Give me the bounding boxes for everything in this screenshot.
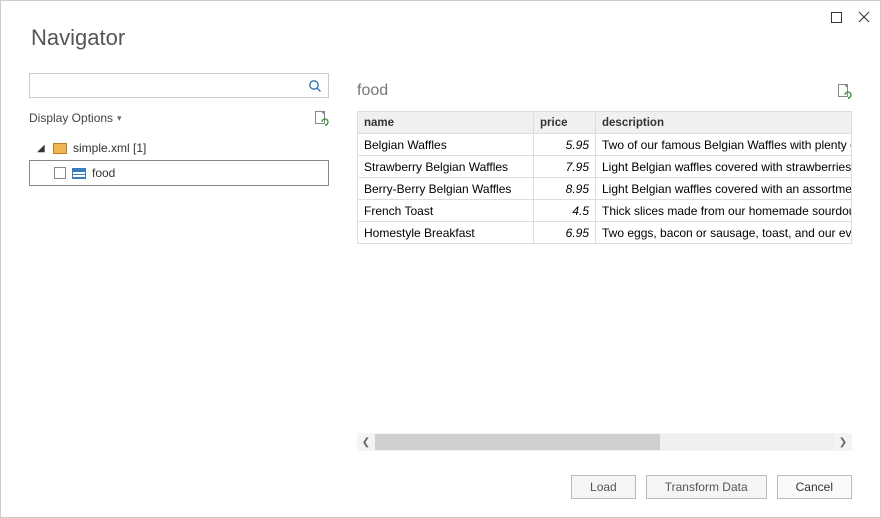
document-refresh-icon: [836, 83, 852, 99]
cell-description: Light Belgian waffles covered with an as…: [596, 178, 852, 200]
display-options-row: Display Options ▾: [29, 104, 329, 132]
right-pane: food name price description Belgian Waff…: [357, 77, 852, 451]
cell-name: Berry-Berry Belgian Waffles: [358, 178, 534, 200]
close-button[interactable]: [852, 5, 876, 29]
scroll-thumb[interactable]: [375, 434, 660, 450]
col-header-name[interactable]: name: [358, 112, 534, 134]
chevron-down-icon: ▾: [117, 113, 122, 124]
table-row[interactable]: Belgian Waffles5.95Two of our famous Bel…: [358, 134, 852, 156]
refresh-button[interactable]: [313, 110, 329, 126]
cell-price: 6.95: [534, 222, 596, 244]
nav-tree: ◢ simple.xml [1] food: [29, 136, 329, 186]
table-row[interactable]: Homestyle Breakfast6.95Two eggs, bacon o…: [358, 222, 852, 244]
table-row[interactable]: Berry-Berry Belgian Waffles8.95Light Bel…: [358, 178, 852, 200]
close-icon: [858, 11, 870, 23]
col-header-description[interactable]: description: [596, 112, 852, 134]
cell-name: Strawberry Belgian Waffles: [358, 156, 534, 178]
cell-description: Two of our famous Belgian Waffles with p…: [596, 134, 852, 156]
load-button[interactable]: Load: [571, 475, 636, 499]
search-button[interactable]: [302, 74, 328, 97]
cancel-button[interactable]: Cancel: [777, 475, 852, 499]
scroll-right-button[interactable]: ❯: [834, 433, 852, 451]
table-row[interactable]: French Toast4.5Thick slices made from ou…: [358, 200, 852, 222]
dialog-title: Navigator: [31, 25, 125, 51]
cell-description: Thick slices made from our homemade sour…: [596, 200, 852, 222]
cell-name: Belgian Waffles: [358, 134, 534, 156]
cell-description: Light Belgian waffles covered with straw…: [596, 156, 852, 178]
cell-description: Two eggs, bacon or sausage, toast, and o…: [596, 222, 852, 244]
folder-icon: [53, 143, 67, 154]
cell-name: Homestyle Breakfast: [358, 222, 534, 244]
tree-root-item[interactable]: ◢ simple.xml [1]: [29, 136, 329, 160]
preview-title: food: [357, 82, 388, 100]
document-refresh-icon: [313, 110, 329, 126]
search-row: [29, 73, 329, 98]
preview-table: name price description Belgian Waffles5.…: [357, 111, 852, 244]
cell-name: French Toast: [358, 200, 534, 222]
button-row: Load Transform Data Cancel: [571, 475, 852, 499]
preview-refresh-button[interactable]: [836, 83, 852, 99]
maximize-button[interactable]: [824, 5, 848, 29]
display-options-dropdown[interactable]: Display Options ▾: [29, 111, 122, 125]
maximize-icon: [831, 12, 842, 23]
tree-child-item[interactable]: food: [29, 160, 329, 186]
search-input[interactable]: [30, 74, 302, 97]
cell-price: 7.95: [534, 156, 596, 178]
col-header-price[interactable]: price: [534, 112, 596, 134]
display-options-label: Display Options: [29, 111, 113, 125]
table-header-row: name price description: [358, 112, 852, 134]
cell-price: 4.5: [534, 200, 596, 222]
tree-root-label: simple.xml [1]: [73, 141, 146, 155]
expander-icon[interactable]: ◢: [37, 143, 47, 154]
transform-data-button[interactable]: Transform Data: [646, 475, 767, 499]
table-icon: [72, 168, 86, 179]
scroll-track[interactable]: [375, 434, 834, 450]
scroll-left-button[interactable]: ❮: [357, 433, 375, 451]
tree-child-label: food: [92, 166, 115, 180]
horizontal-scrollbar[interactable]: ❮ ❯: [357, 433, 852, 451]
tree-checkbox[interactable]: [54, 167, 66, 179]
search-icon: [308, 79, 322, 93]
table-row[interactable]: Strawberry Belgian Waffles7.95Light Belg…: [358, 156, 852, 178]
cell-price: 8.95: [534, 178, 596, 200]
cell-price: 5.95: [534, 134, 596, 156]
left-pane: Display Options ▾ ◢ simple.xml [1] food: [29, 73, 329, 186]
